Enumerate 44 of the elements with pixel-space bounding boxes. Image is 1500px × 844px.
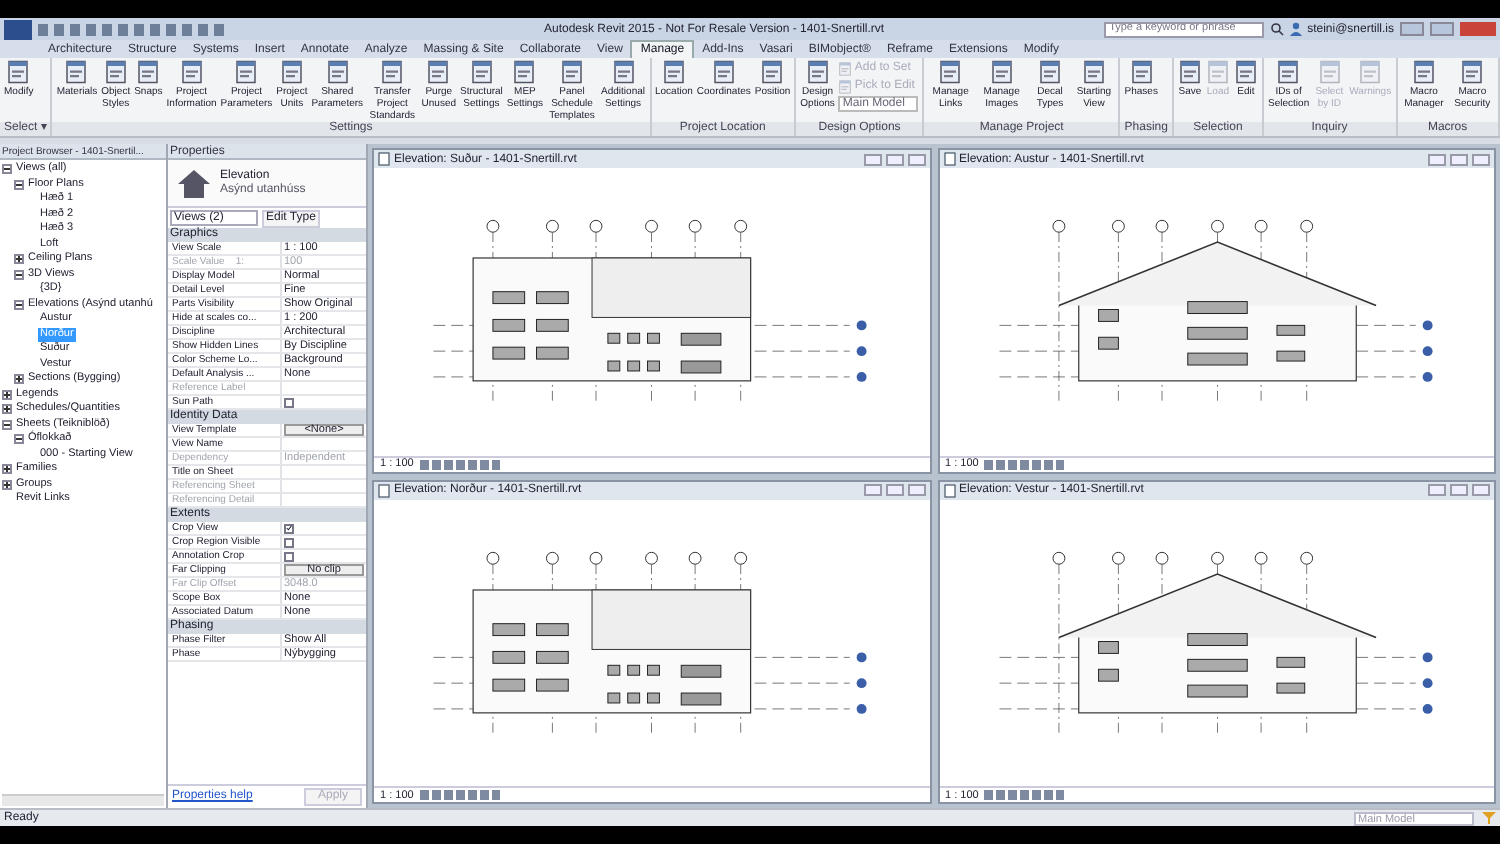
document-icon	[1358, 60, 1383, 84]
expand-toggle[interactable]	[14, 374, 24, 385]
collapse-toggle[interactable]	[2, 164, 12, 175]
restore-icon[interactable]	[1450, 484, 1468, 496]
collapse-toggle[interactable]	[14, 179, 24, 190]
checkbox[interactable]	[284, 523, 294, 533]
collapse-toggle[interactable]	[14, 269, 24, 280]
document-icon	[838, 79, 853, 93]
collapse-toggle[interactable]	[2, 419, 12, 430]
minimize-icon[interactable]	[1400, 22, 1424, 36]
house-icon	[174, 167, 214, 199]
close-icon[interactable]	[1472, 153, 1490, 165]
close-icon[interactable]	[1472, 484, 1490, 496]
minimize-icon[interactable]	[1428, 484, 1446, 496]
view-controls-icon[interactable]	[419, 790, 500, 800]
view-controls-icon[interactable]	[984, 459, 1065, 469]
view-controls-icon[interactable]	[984, 790, 1065, 800]
minimize-icon[interactable]	[1428, 153, 1446, 165]
user-icon[interactable]	[1289, 22, 1302, 36]
minimize-icon[interactable]	[863, 484, 881, 496]
restore-icon[interactable]	[885, 153, 903, 165]
checkbox[interactable]	[284, 537, 294, 547]
expand-toggle[interactable]	[2, 404, 12, 415]
checkbox[interactable]	[284, 397, 294, 407]
checkbox[interactable]	[284, 551, 294, 561]
collapse-toggle[interactable]	[14, 434, 24, 445]
collapse-toggle[interactable]	[14, 299, 24, 310]
horizontal-scrollbar[interactable]	[2, 794, 164, 806]
expand-toggle[interactable]	[2, 464, 12, 475]
restore-icon[interactable]	[885, 484, 903, 496]
document-icon	[838, 61, 853, 75]
close-icon[interactable]	[907, 484, 925, 496]
close-icon[interactable]	[907, 153, 925, 165]
minimize-icon[interactable]	[863, 153, 881, 165]
document-icon	[1205, 60, 1230, 84]
expand-toggle[interactable]	[14, 254, 24, 265]
restore-icon[interactable]	[1450, 153, 1468, 165]
document-icon	[1317, 60, 1342, 84]
search-icon[interactable]	[1269, 22, 1284, 36]
view-controls-icon[interactable]	[419, 459, 500, 469]
expand-toggle[interactable]	[2, 479, 12, 490]
expand-toggle[interactable]	[2, 389, 12, 400]
restore-icon[interactable]	[1430, 22, 1454, 36]
filter-icon[interactable]	[1482, 812, 1496, 824]
